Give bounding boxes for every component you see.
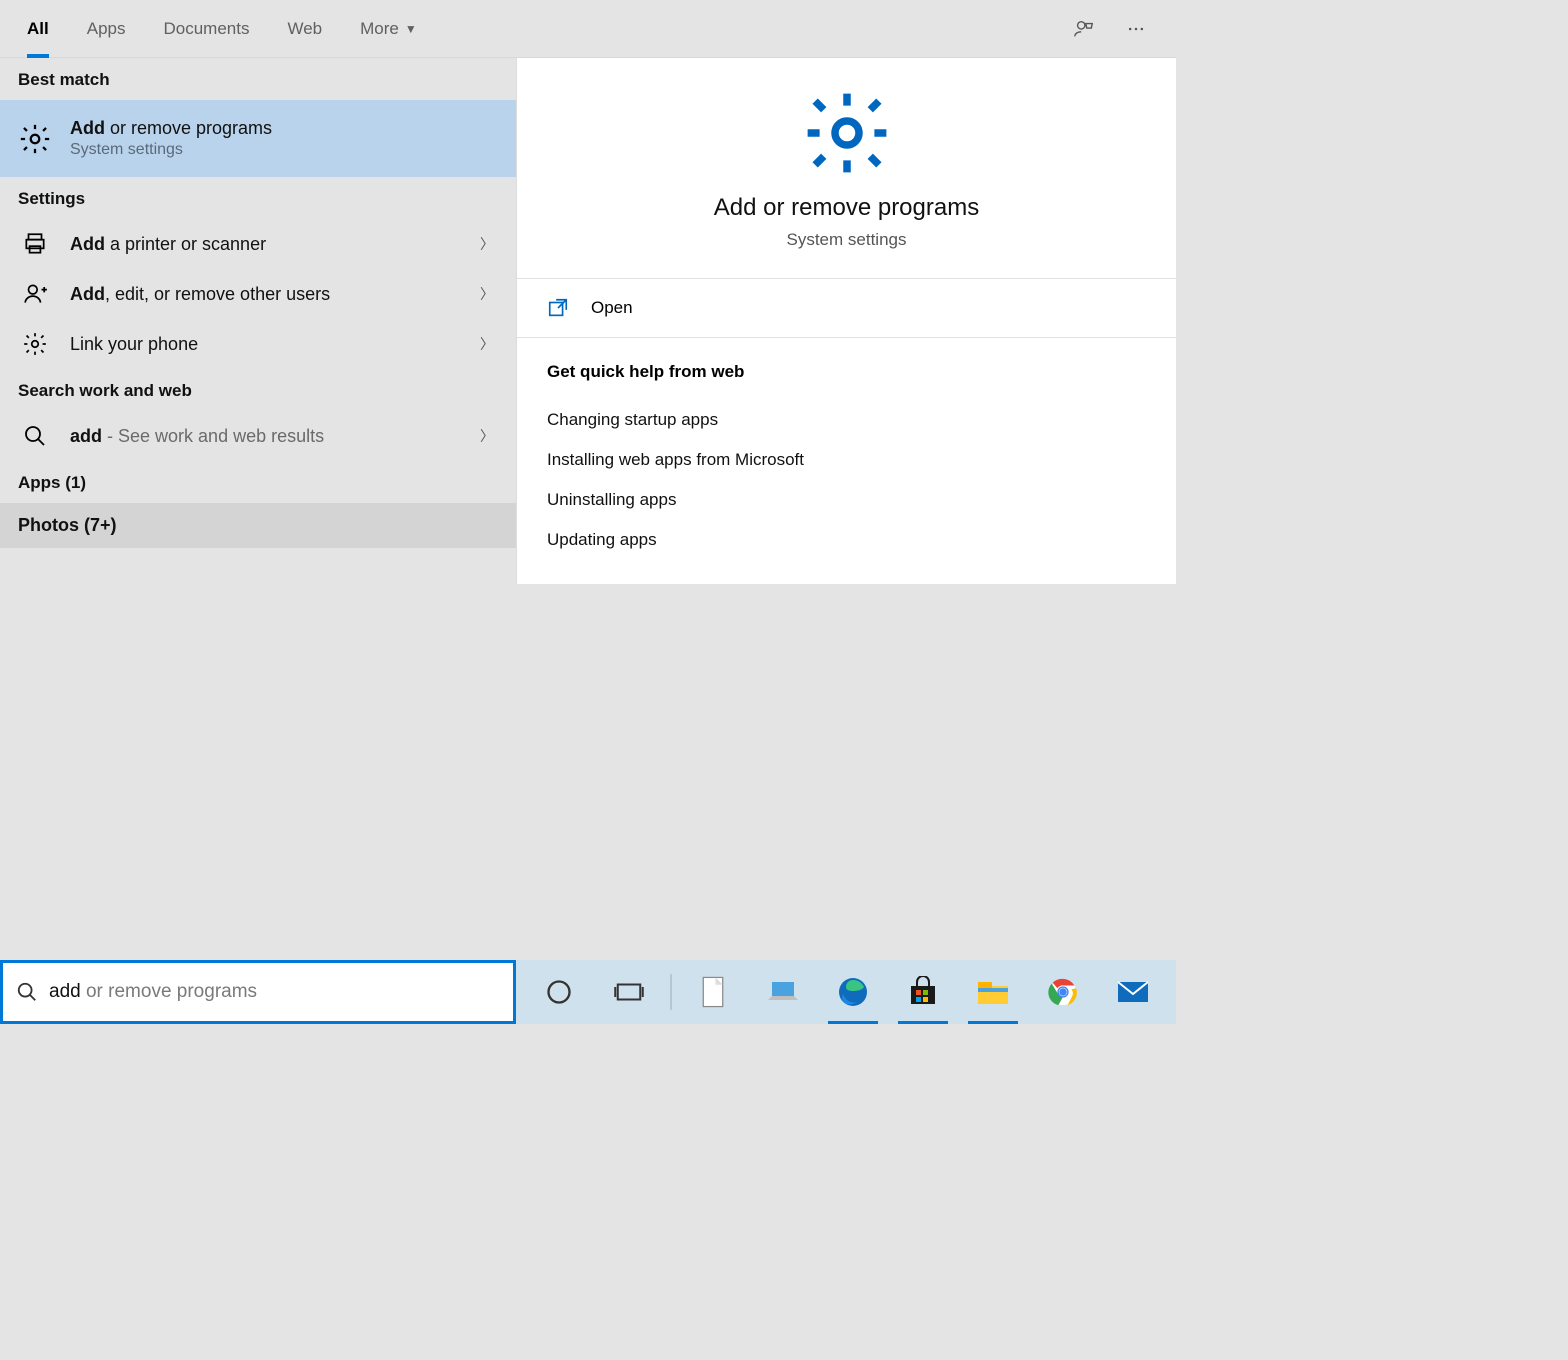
result-subtitle: System settings — [70, 141, 498, 159]
printer-icon — [18, 227, 52, 261]
tab-more[interactable]: More ▼ — [341, 0, 436, 58]
result-best-match[interactable]: Add or remove programs System settings — [0, 100, 516, 177]
search-icon — [13, 981, 41, 1003]
tab-all[interactable]: All — [8, 0, 68, 58]
chevron-right-icon: 〉 — [480, 284, 498, 304]
chevron-right-icon: 〉 — [480, 334, 498, 354]
section-photos[interactable]: Photos (7+) — [0, 503, 516, 548]
taskbar-separator — [670, 974, 672, 1010]
taskbar-app-explorer[interactable] — [958, 960, 1028, 1024]
chevron-right-icon: 〉 — [480, 234, 498, 254]
preview-subtitle: System settings — [537, 230, 1156, 250]
feedback-icon[interactable] — [1072, 17, 1096, 41]
search-icon — [18, 419, 52, 453]
taskbar-app-store[interactable] — [888, 960, 958, 1024]
help-link[interactable]: Changing startup apps — [547, 400, 1146, 440]
result-add-printer[interactable]: Add a printer or scanner 〉 — [0, 219, 516, 269]
search-text: add or remove programs — [41, 981, 257, 1003]
help-title: Get quick help from web — [547, 362, 1146, 382]
taskbar — [516, 960, 1176, 1024]
result-add-users[interactable]: Add, edit, or remove other users 〉 — [0, 269, 516, 319]
section-apps[interactable]: Apps (1) — [0, 461, 516, 503]
cortana-icon[interactable] — [524, 960, 594, 1024]
gear-icon — [18, 327, 52, 361]
results-list: Best match Add or remove programs System… — [0, 58, 516, 960]
result-title: Add a printer or scanner — [70, 234, 462, 255]
section-best-match: Best match — [0, 58, 516, 100]
taskbar-app-mail[interactable] — [1098, 960, 1168, 1024]
help-link[interactable]: Updating apps — [547, 520, 1146, 560]
tab-documents[interactable]: Documents — [144, 0, 268, 58]
open-label: Open — [591, 298, 633, 318]
search-box[interactable]: add or remove programs — [0, 960, 516, 1024]
tabs-bar: All Apps Documents Web More ▼ — [0, 0, 1176, 58]
more-options-icon[interactable] — [1124, 17, 1148, 41]
section-settings: Settings — [0, 177, 516, 219]
result-title: Add, edit, or remove other users — [70, 284, 462, 305]
open-icon — [547, 297, 569, 319]
chevron-right-icon: 〉 — [480, 426, 498, 446]
search-panel: All Apps Documents Web More ▼ Best match … — [0, 0, 1176, 960]
preview-title: Add or remove programs — [537, 194, 1156, 222]
help-link[interactable]: Uninstalling apps — [547, 480, 1146, 520]
preview-pane: Add or remove programs System settings O… — [516, 58, 1176, 960]
taskbar-app-edge[interactable] — [818, 960, 888, 1024]
taskbar-app-chrome[interactable] — [1028, 960, 1098, 1024]
taskbar-app-document[interactable] — [678, 960, 748, 1024]
section-photos-label: Photos (7+) — [18, 515, 498, 536]
task-view-icon[interactable] — [594, 960, 664, 1024]
result-title: Link your phone — [70, 334, 462, 355]
user-plus-icon — [18, 277, 52, 311]
section-search-web: Search work and web — [0, 369, 516, 411]
result-web-search[interactable]: add - See work and web results 〉 — [0, 411, 516, 461]
open-action[interactable]: Open — [517, 278, 1176, 338]
result-title: Add or remove programs — [70, 118, 498, 139]
gear-icon-large — [537, 88, 1156, 178]
help-link[interactable]: Installing web apps from Microsoft — [547, 440, 1146, 480]
tab-apps[interactable]: Apps — [68, 0, 145, 58]
result-link-phone[interactable]: Link your phone 〉 — [0, 319, 516, 369]
tab-more-label: More — [360, 19, 399, 39]
chevron-down-icon: ▼ — [405, 22, 417, 36]
tab-web[interactable]: Web — [268, 0, 341, 58]
gear-icon — [18, 122, 52, 156]
taskbar-app-laptop[interactable] — [748, 960, 818, 1024]
result-title: add - See work and web results — [70, 426, 462, 447]
